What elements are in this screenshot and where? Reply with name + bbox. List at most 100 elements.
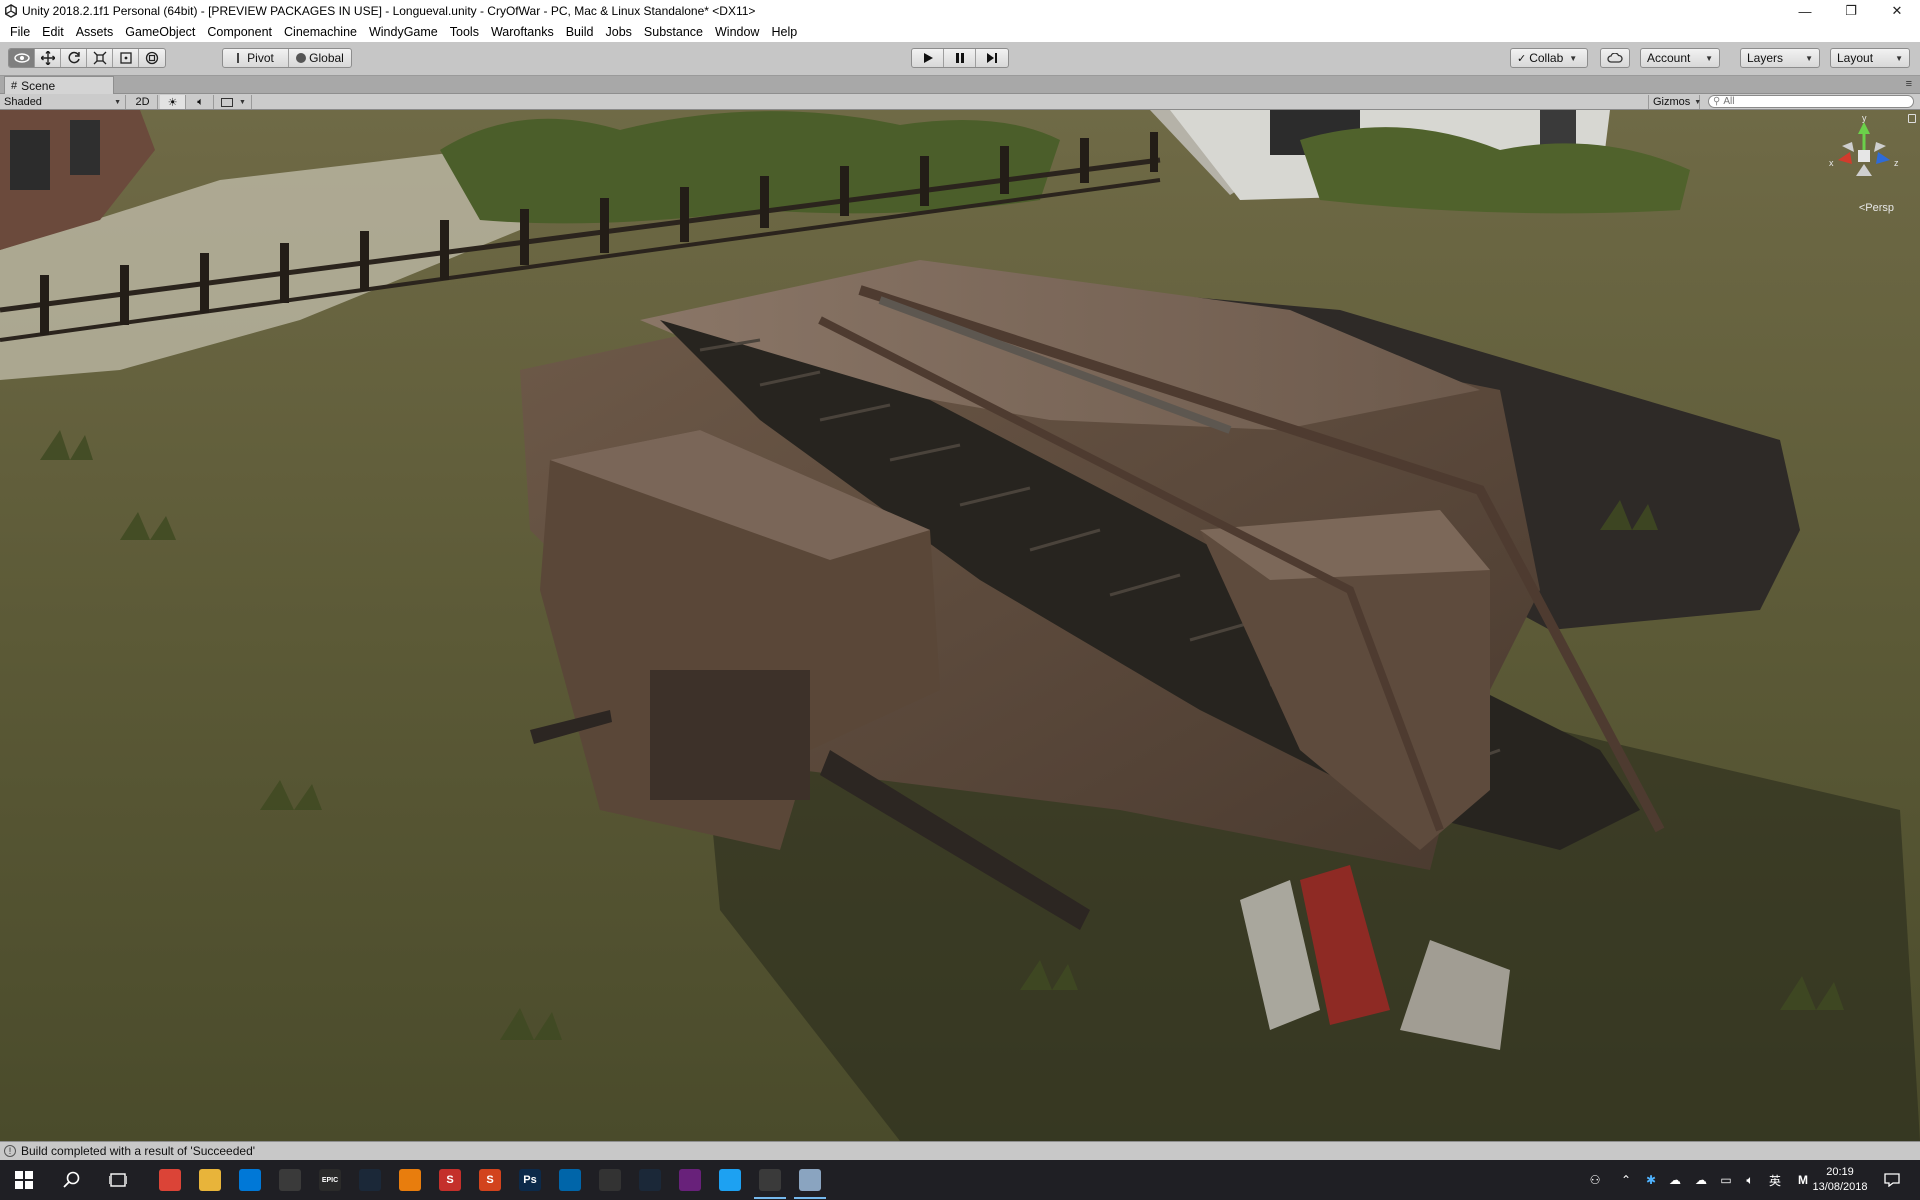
start-button[interactable] (4, 1164, 44, 1196)
tab-scene[interactable]: # Scene (4, 76, 114, 94)
status-bar[interactable]: ! Build completed with a result of 'Succ… (0, 1141, 1920, 1160)
taskbar-app-photoshop[interactable]: Ps (510, 1164, 550, 1196)
task-view-button[interactable] (98, 1164, 138, 1196)
taskbar-app-unity-hub[interactable] (590, 1164, 630, 1196)
layers-dropdown[interactable]: Layers ▼ (1740, 48, 1820, 68)
taskbar-app-steam-alt[interactable] (630, 1164, 670, 1196)
eye-icon (13, 53, 30, 63)
step-button[interactable] (976, 49, 1008, 67)
menu-substance[interactable]: Substance (638, 25, 709, 39)
menu-component[interactable]: Component (201, 25, 278, 39)
account-label: Account (1647, 51, 1691, 65)
account-dropdown[interactable]: Account ▼ (1640, 48, 1720, 68)
effects-dropdown[interactable]: ▼ (216, 95, 252, 109)
minimize-button[interactable]: — (1782, 0, 1828, 22)
menu-file[interactable]: File (4, 25, 36, 39)
menu-gameobject[interactable]: GameObject (119, 25, 201, 39)
taskbar-app-substance[interactable]: S (430, 1164, 470, 1196)
scene-viewport[interactable]: y x z <Persp (0, 110, 1920, 1141)
layers-label: Layers (1747, 51, 1784, 65)
scale-icon (93, 51, 106, 65)
layout-dropdown[interactable]: Layout ▼ (1830, 48, 1910, 68)
taskbar-app-support[interactable] (710, 1164, 750, 1196)
gizmo-x-axis[interactable] (1838, 152, 1852, 164)
hand-tool-button[interactable] (9, 49, 35, 67)
projection-toggle[interactable]: <Persp (1859, 202, 1894, 214)
shading-mode-dropdown[interactable]: Shaded ▼ (0, 95, 126, 109)
windows-logo-icon (15, 1171, 33, 1189)
search-button[interactable] (52, 1164, 92, 1196)
menu-window[interactable]: Window (709, 25, 765, 39)
volume-icon[interactable]: 🔈︎ (1738, 1173, 1762, 1188)
taskbar-app-mail[interactable] (270, 1164, 310, 1196)
menu-assets[interactable]: Assets (70, 25, 120, 39)
chevron-up-icon[interactable]: ⌃ (1612, 1173, 1640, 1187)
sun-icon: ☀ (167, 96, 178, 109)
gizmos-dropdown[interactable]: Gizmos ▼ (1648, 95, 1701, 109)
taskbar-app-epic-games[interactable]: EPIC (310, 1164, 350, 1196)
clock-time: 20:19 (1826, 1166, 1854, 1178)
close-button[interactable]: ✕ (1874, 0, 1920, 22)
move-tool-button[interactable] (35, 49, 61, 67)
transform-tool-button[interactable] (139, 49, 165, 67)
bluetooth-icon[interactable]: ✱ (1640, 1173, 1662, 1187)
taskbar-app-steam[interactable] (350, 1164, 390, 1196)
hash-icon: # (11, 79, 18, 92)
people-icon[interactable]: ⚇ (1578, 1173, 1612, 1187)
title-bar: Unity 2018.2.1f1 Personal (64bit) - [PRE… (0, 0, 1920, 22)
system-tray: ⚇ ⌃ ✱ ☁ ☁ ▭ 🔈︎ 英 M (1578, 1160, 1818, 1200)
menu-tools[interactable]: Tools (444, 25, 485, 39)
play-button[interactable] (912, 49, 944, 67)
global-label: Global (309, 51, 344, 65)
lighting-toggle[interactable]: ☀ (160, 95, 186, 109)
global-button[interactable]: Global (289, 49, 351, 67)
unity-logo-icon (5, 4, 17, 18)
mode-2d-toggle[interactable]: 2D (128, 95, 158, 109)
menu-windygame[interactable]: WindyGame (363, 25, 444, 39)
taskbar-app-vscode[interactable] (550, 1164, 590, 1196)
windows-taskbar: EPIC S S Ps ⚇ ⌃ ✱ ☁ ☁ ▭ 🔈︎ 英 M 20:19 13/08/… (0, 1160, 1920, 1200)
play-icon (923, 53, 933, 63)
maximize-button[interactable]: ❐ (1828, 0, 1874, 22)
scene-tab-label: Scene (21, 78, 56, 93)
taskbar-app-visual-studio[interactable] (670, 1164, 710, 1196)
rotate-tool-button[interactable] (61, 49, 87, 67)
menu-cinemachine[interactable]: Cinemachine (278, 25, 363, 39)
audio-toggle[interactable]: 🔈︎ (188, 95, 214, 109)
tab-menu-icon[interactable]: ≡ (1906, 78, 1912, 90)
gizmo-y-axis[interactable] (1858, 122, 1870, 134)
taskbar-app-unity[interactable] (750, 1164, 790, 1199)
scene-search-field[interactable]: ⚲ (1708, 95, 1914, 108)
gizmo-z-axis[interactable] (1876, 152, 1890, 164)
taskbar-app-image-viewer[interactable] (790, 1164, 830, 1199)
pivot-button[interactable]: Pivot (223, 49, 289, 67)
taskbar-app-chrome[interactable] (150, 1164, 190, 1196)
action-center-button[interactable] (1872, 1164, 1912, 1196)
layout-label: Layout (1837, 51, 1874, 65)
transform-icon (145, 51, 159, 65)
taskbar-app-file-explorer[interactable] (190, 1164, 230, 1196)
clock-date: 13/08/2018 (1812, 1181, 1868, 1193)
cloud-button[interactable] (1600, 48, 1630, 68)
menu-help[interactable]: Help (765, 25, 803, 39)
transform-tools (8, 48, 166, 68)
onedrive-icon[interactable]: ☁ (1662, 1173, 1688, 1187)
menu-waroftanks[interactable]: Waroftanks (485, 25, 560, 39)
taskbar-app-store[interactable] (230, 1164, 270, 1196)
menu-edit[interactable]: Edit (36, 25, 70, 39)
menu-jobs[interactable]: Jobs (600, 25, 638, 39)
menu-build[interactable]: Build (560, 25, 600, 39)
pause-button[interactable] (944, 49, 976, 67)
lock-icon[interactable] (1908, 114, 1916, 123)
taskbar-app-substance-designer[interactable]: S (470, 1164, 510, 1196)
scene-render (0, 110, 1920, 1141)
cloud-sync-icon[interactable]: ☁ (1688, 1173, 1714, 1187)
taskbar-clock[interactable]: 20:19 13/08/2018 (1800, 1165, 1880, 1195)
rect-tool-button[interactable] (113, 49, 139, 67)
ime-indicator[interactable]: 英 (1762, 1172, 1788, 1189)
taskbar-app-blender[interactable] (390, 1164, 430, 1196)
network-icon[interactable]: ▭ (1714, 1173, 1738, 1187)
scene-search-input[interactable] (1723, 96, 1894, 107)
collab-dropdown[interactable]: ✓ Collab ▼ (1510, 48, 1588, 68)
scale-tool-button[interactable] (87, 49, 113, 67)
